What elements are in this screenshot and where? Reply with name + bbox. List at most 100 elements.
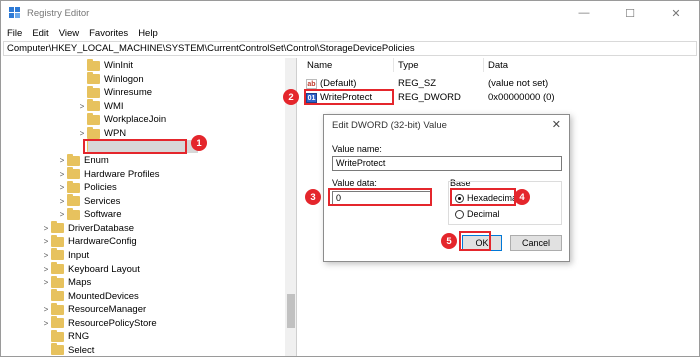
- tree-item-label: HardwareConfig: [68, 236, 137, 248]
- chevron-right-icon[interactable]: >: [57, 183, 67, 192]
- tree-item-label: Hardware Profiles: [84, 168, 160, 180]
- menu-edit[interactable]: Edit: [32, 28, 48, 39]
- folder-icon: [51, 316, 64, 329]
- menu-bar: File Edit View Favorites Help: [1, 25, 699, 41]
- tree-item-label: WorkplaceJoin: [104, 114, 167, 126]
- chevron-right-icon[interactable]: >: [57, 170, 67, 179]
- annotation-box-hexadecimal: [450, 188, 516, 206]
- tree-item-label: Maps: [68, 277, 92, 289]
- tree-item-label: Enum: [84, 155, 109, 167]
- tree-item[interactable]: RNG: [41, 329, 90, 344]
- folder-icon: [67, 207, 80, 220]
- annotation-box-writeprotect: [304, 89, 394, 105]
- menu-view[interactable]: View: [59, 28, 79, 39]
- tree-item-label: WPN: [104, 128, 127, 139]
- tree-item-label: Policies: [84, 182, 117, 194]
- chevron-right-icon[interactable]: >: [41, 251, 51, 260]
- tree-item[interactable]: > Keyboard Layout: [41, 262, 140, 276]
- close-button[interactable]: ✕: [653, 1, 699, 25]
- tree-item-label: WMI: [104, 100, 124, 112]
- tree-item[interactable]: > Maps: [41, 275, 92, 290]
- annotation-box-ok: [459, 231, 491, 251]
- maximize-button[interactable]: ☐: [607, 1, 653, 25]
- column-header-name[interactable]: Name: [307, 60, 332, 71]
- tree-item[interactable]: > HardwareConfig: [41, 234, 137, 249]
- tree-item[interactable]: > WMI: [77, 99, 124, 114]
- chevron-right-icon[interactable]: >: [41, 265, 51, 274]
- annotation-box-storagedevicepolicies: [83, 139, 187, 154]
- tree-item[interactable]: Select: [41, 343, 94, 356]
- folder-icon: [87, 99, 100, 112]
- registry-editor-window: Registry Editor — ☐ ✕ File Edit View Fav…: [0, 0, 700, 357]
- folder-icon: [51, 343, 64, 356]
- tree-item[interactable]: > Services: [57, 194, 120, 209]
- value-data-label: Value data:: [332, 178, 377, 188]
- address-bar[interactable]: Computer\HKEY_LOCAL_MACHINE\SYSTEM\Curre…: [3, 41, 697, 56]
- value-data: 0x00000000 (0): [488, 92, 555, 103]
- tree-item[interactable]: > Hardware Profiles: [57, 167, 160, 181]
- column-header-data[interactable]: Data: [488, 60, 508, 71]
- dialog-title: Edit DWORD (32-bit) Value: [332, 120, 447, 131]
- tree-item[interactable]: MountedDevices: [41, 289, 139, 303]
- tree-item[interactable]: > ResourcePolicyStore: [41, 316, 157, 330]
- chevron-right-icon[interactable]: >: [57, 197, 67, 206]
- folder-icon: [51, 221, 64, 234]
- tree-item-label: Software: [84, 209, 122, 221]
- tree-item-label: ResourcePolicyStore: [68, 317, 157, 329]
- tree-item-label: RNG: [68, 331, 90, 343]
- folder-icon: [51, 234, 64, 247]
- chevron-right-icon[interactable]: >: [57, 210, 67, 219]
- title-bar: Registry Editor — ☐ ✕: [1, 1, 699, 25]
- minimize-button[interactable]: —: [561, 1, 607, 25]
- tree-item[interactable]: > Software: [57, 207, 122, 222]
- column-header-type[interactable]: Type: [398, 60, 419, 71]
- value-name-field[interactable]: WriteProtect: [332, 156, 562, 171]
- value-type: REG_DWORD: [398, 92, 461, 103]
- menu-favorites[interactable]: Favorites: [89, 28, 128, 39]
- chevron-right-icon[interactable]: >: [41, 305, 51, 314]
- menu-help[interactable]: Help: [138, 28, 158, 39]
- tree-scroll-thumb[interactable]: [287, 294, 295, 328]
- tree-item[interactable]: > ResourceManager: [41, 302, 146, 317]
- folder-icon: [51, 275, 64, 288]
- tree-item[interactable]: > Policies: [57, 180, 117, 195]
- tree-item[interactable]: Winresume: [77, 85, 152, 100]
- chevron-right-icon[interactable]: >: [41, 224, 51, 233]
- cancel-button[interactable]: Cancel: [510, 235, 562, 251]
- annotation-badge-1: 1: [191, 135, 207, 151]
- chevron-right-icon[interactable]: >: [41, 278, 51, 287]
- tree-item-label: Winlogon: [104, 73, 144, 85]
- radio-decimal[interactable]: Decimal: [455, 209, 500, 219]
- folder-icon: [87, 112, 100, 125]
- chevron-right-icon[interactable]: >: [41, 319, 51, 328]
- tree-item-label: DriverDatabase: [68, 222, 134, 234]
- folder-icon: [51, 302, 64, 315]
- chevron-right-icon[interactable]: >: [77, 102, 87, 111]
- tree-item[interactable]: Winlogon: [77, 72, 144, 87]
- chevron-right-icon[interactable]: >: [41, 237, 51, 246]
- registry-editor-icon: [9, 7, 21, 19]
- dialog-close-icon[interactable]: ✕: [552, 118, 561, 131]
- chevron-right-icon[interactable]: >: [77, 129, 87, 138]
- tree-item-label: Keyboard Layout: [68, 263, 140, 275]
- tree-item-label: MountedDevices: [68, 290, 139, 302]
- tree-item[interactable]: WorkplaceJoin: [77, 112, 167, 127]
- tree-item[interactable]: WinInit: [77, 58, 134, 73]
- folder-icon: [51, 248, 64, 261]
- folder-icon: [51, 289, 64, 302]
- annotation-badge-2: 2: [283, 89, 299, 105]
- tree-item[interactable]: > Input: [41, 248, 89, 263]
- value-name: (Default): [320, 78, 357, 89]
- tree-item-label: WinInit: [104, 60, 134, 72]
- annotation-badge-5: 5: [441, 233, 457, 249]
- chevron-right-icon[interactable]: >: [57, 156, 67, 165]
- tree-item[interactable]: > Enum: [57, 153, 109, 168]
- menu-file[interactable]: File: [7, 28, 22, 39]
- window-title: Registry Editor: [27, 7, 90, 19]
- tree-item[interactable]: > DriverDatabase: [41, 221, 134, 236]
- folder-icon: [51, 329, 64, 342]
- annotation-badge-3: 3: [305, 189, 321, 205]
- value-name-label: Value name:: [332, 144, 382, 154]
- folder-icon: [87, 126, 100, 139]
- folder-icon: [67, 180, 80, 193]
